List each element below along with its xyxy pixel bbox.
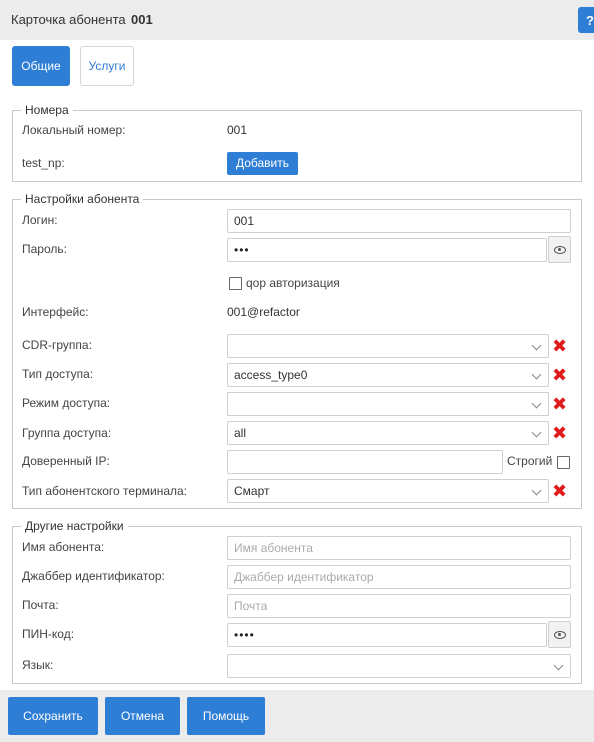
chevron-down-icon (531, 485, 542, 496)
test-np-label: test_np: (22, 156, 65, 170)
qop-auth-checkbox[interactable] (229, 277, 242, 290)
chevron-down-icon (553, 660, 564, 671)
help-icon[interactable]: ? (578, 7, 594, 33)
cdr-group-select[interactable] (227, 334, 549, 358)
terminal-type-value: Смарт (234, 484, 270, 498)
help-button[interactable]: Помощь (187, 697, 265, 735)
pin-input[interactable]: •••• (227, 623, 547, 647)
delete-x-icon[interactable]: ✖ (552, 366, 567, 384)
trusted-ip-label: Доверенный IP: (22, 454, 110, 468)
jabber-input[interactable]: Джаббер идентификатор (227, 565, 571, 589)
access-mode-select[interactable] (227, 392, 549, 416)
delete-x-icon[interactable]: ✖ (552, 337, 567, 355)
show-password-button[interactable] (548, 236, 571, 263)
add-button[interactable]: Добавить (227, 152, 298, 175)
qop-auth-label: qop авторизация (246, 276, 340, 290)
cdr-group-label: CDR-группа: (22, 338, 92, 352)
access-type-value: access_type0 (234, 368, 308, 382)
chevron-down-icon (531, 340, 542, 351)
tab-services[interactable]: Услуги (80, 46, 134, 86)
access-group-select[interactable]: all (227, 421, 549, 445)
chevron-down-icon (531, 427, 542, 438)
email-label: Почта: (22, 598, 59, 612)
interface-value: 001@refactor (227, 305, 300, 319)
chevron-down-icon (531, 369, 542, 380)
subscriber-name-input[interactable]: Имя абонента (227, 536, 571, 560)
save-button[interactable]: Сохранить (8, 697, 98, 735)
password-label: Пароль: (22, 242, 67, 256)
delete-x-icon[interactable]: ✖ (552, 424, 567, 442)
interface-label: Интерфейс: (22, 305, 89, 319)
eye-icon (554, 246, 566, 254)
cancel-button[interactable]: Отмена (105, 697, 180, 735)
tab-general[interactable]: Общие (12, 46, 70, 86)
strict-label: Строгий (507, 454, 553, 468)
show-pin-button[interactable] (548, 621, 571, 648)
access-type-label: Тип доступа: (22, 367, 94, 381)
pin-label: ПИН-код: (22, 627, 75, 641)
trusted-ip-input[interactable] (227, 450, 503, 474)
local-number-value: 001 (227, 123, 248, 137)
subscriber-settings-legend: Настройки абонента (21, 192, 144, 207)
terminal-type-select[interactable]: Смарт (227, 479, 549, 503)
password-input[interactable]: ••• (227, 238, 547, 262)
delete-x-icon[interactable]: ✖ (552, 482, 567, 500)
local-number-label: Локальный номер: (22, 123, 126, 137)
other-settings-legend: Другие настройки (21, 519, 128, 534)
delete-x-icon[interactable]: ✖ (552, 395, 567, 413)
eye-icon (554, 631, 566, 639)
access-mode-label: Режим доступа: (22, 396, 111, 410)
language-select[interactable] (227, 654, 571, 678)
chevron-down-icon (531, 398, 542, 409)
access-group-value: all (234, 426, 247, 440)
login-input[interactable]: 001 (227, 209, 571, 233)
email-input[interactable]: Почта (227, 594, 571, 618)
title-bar: Карточка абонента 001 ? (0, 0, 594, 40)
language-label: Язык: (22, 658, 54, 672)
subscriber-name-label: Имя абонента: (22, 540, 105, 554)
access-group-label: Группа доступа: (22, 426, 112, 440)
login-label: Логин: (22, 213, 58, 227)
strict-checkbox[interactable] (557, 456, 570, 469)
page-title: Карточка абонента (11, 12, 126, 27)
access-type-select[interactable]: access_type0 (227, 363, 549, 387)
jabber-label: Джаббер идентификатор: (22, 569, 165, 583)
subscriber-number: 001 (131, 12, 153, 27)
numbers-legend: Номера (21, 103, 73, 118)
terminal-type-label: Тип абонентского терминала: (22, 484, 187, 498)
